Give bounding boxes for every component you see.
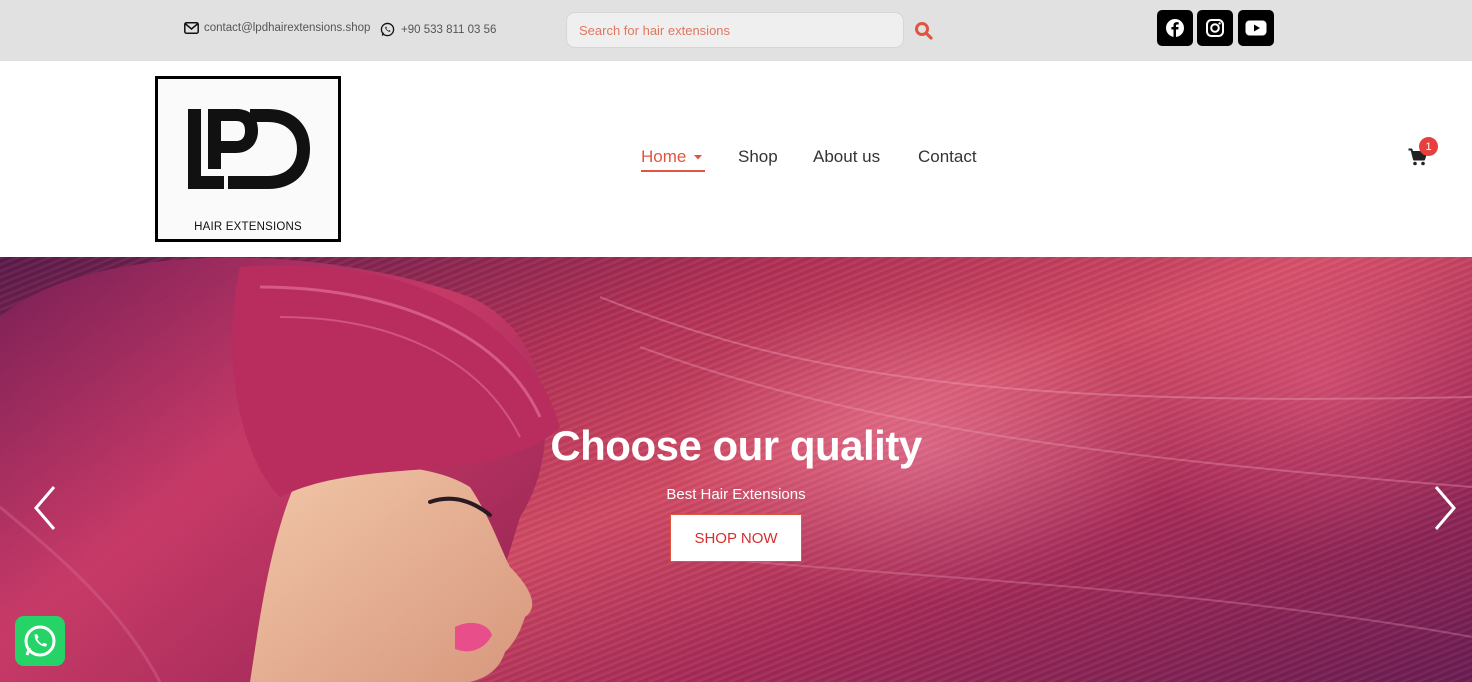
- hero-slider: Choose our quality Best Hair Extensions …: [0, 257, 1472, 682]
- search-icon: [915, 22, 933, 40]
- whatsapp-icon: [24, 625, 56, 657]
- nav-contact[interactable]: Contact: [918, 147, 977, 167]
- nav-home[interactable]: Home: [641, 147, 705, 167]
- hero-subtitle: Best Hair Extensions: [666, 486, 806, 503]
- whatsapp-chat-button[interactable]: [15, 616, 65, 666]
- chevron-left-icon: [34, 486, 56, 530]
- top-bar: contact@lpdhairextensions.shop +90 533 8…: [0, 0, 1472, 61]
- contact-email[interactable]: contact@lpdhairextensions.shop: [184, 22, 370, 34]
- chevron-right-icon: [1434, 486, 1456, 530]
- facebook-icon: [1166, 19, 1184, 37]
- youtube-link[interactable]: [1238, 10, 1274, 46]
- instagram-link[interactable]: [1197, 10, 1233, 46]
- shop-now-button[interactable]: SHOP NOW: [670, 514, 802, 562]
- logo-mark: [188, 109, 310, 189]
- nav-shop[interactable]: Shop: [738, 147, 778, 167]
- contact-email-text: contact@lpdhairextensions.shop: [204, 22, 371, 34]
- hero-title: Choose our quality: [550, 422, 922, 469]
- nav-home-label: Home: [641, 147, 687, 166]
- site-logo[interactable]: HAIR EXTENSIONS: [155, 76, 341, 242]
- slider-next-button[interactable]: [1430, 483, 1460, 533]
- youtube-icon: [1245, 20, 1267, 36]
- contact-phone-text: +90 533 811 03 56: [401, 23, 497, 36]
- search-button[interactable]: [913, 20, 935, 42]
- cart-count-badge: 1: [1419, 137, 1438, 156]
- search-input[interactable]: [566, 12, 904, 48]
- nav-about[interactable]: About us: [813, 147, 880, 167]
- nav-home-underline: [641, 170, 705, 172]
- instagram-icon: [1206, 19, 1224, 37]
- caret-down-icon: [694, 155, 703, 160]
- logo-subtitle: HAIR EXTENSIONS: [194, 221, 302, 233]
- contact-phone[interactable]: +90 533 811 03 56: [380, 22, 496, 37]
- slider-prev-button[interactable]: [30, 483, 60, 533]
- facebook-link[interactable]: [1157, 10, 1193, 46]
- whatsapp-icon: [380, 22, 395, 37]
- envelope-icon: [184, 22, 199, 34]
